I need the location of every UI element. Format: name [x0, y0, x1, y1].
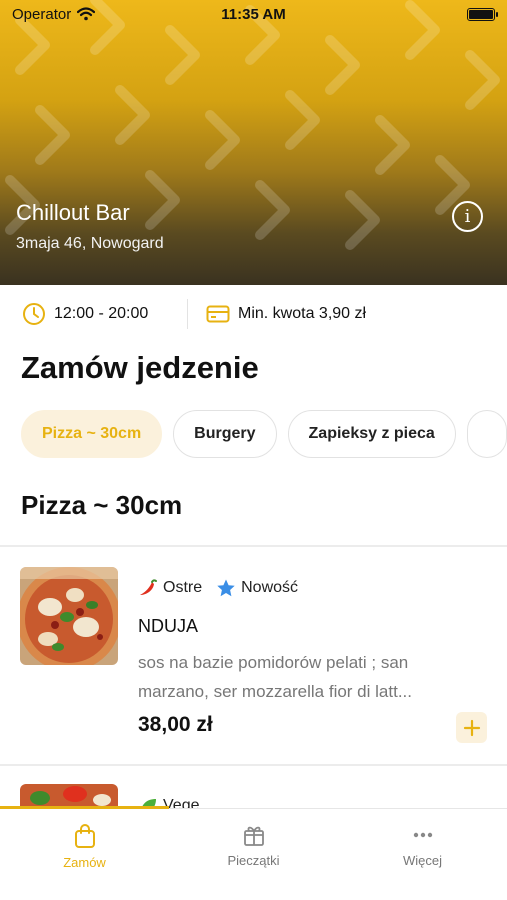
item-description-line: marzano, ser mozzarella fior di latt...: [138, 682, 412, 701]
venue-name: Chillout Bar: [16, 200, 130, 225]
tab-pieczatki[interactable]: Pieczątki: [169, 823, 338, 868]
add-to-cart-button[interactable]: [456, 712, 487, 743]
item-description: sos na bazie pomidorów pelati ; san marz…: [138, 648, 478, 706]
item-tags: Ostre Nowość: [138, 578, 298, 598]
category-chip-more[interactable]: [466, 410, 507, 458]
item-image: [20, 784, 118, 808]
tab-label: Pieczątki: [227, 853, 280, 868]
category-chip-burgery[interactable]: Burgery: [173, 410, 277, 458]
divider: [0, 764, 507, 766]
plus-icon: [463, 719, 480, 736]
tag-label: Nowość: [241, 579, 299, 596]
venue-address: 3maja 46, Nowogard: [16, 235, 164, 252]
active-tab-indicator: [0, 806, 169, 809]
item-image: [20, 567, 118, 665]
category-chips: Pizza ~ 30cm Burgery Zapieksy z pieca: [21, 410, 507, 460]
carrier-label: Operator: [12, 5, 72, 23]
gift-icon: [243, 826, 264, 846]
battery-icon: [466, 7, 498, 21]
tag-label: Ostre: [163, 579, 203, 596]
tag-spicy: Ostre: [138, 578, 202, 598]
tab-zamow[interactable]: Zamów: [0, 823, 169, 870]
status-time: 11:35 AM: [221, 5, 286, 23]
wifi-icon: [77, 7, 96, 21]
category-chip-pizza[interactable]: Pizza ~ 30cm: [21, 410, 163, 458]
venue-hero: Operator 11:35 AM Chillout Bar 3maja 46,…: [0, 0, 507, 285]
page-title: Zamów jedzenie: [21, 350, 259, 385]
category-title: Pizza ~ 30cm: [21, 490, 183, 520]
info-icon: i: [464, 206, 471, 227]
status-bar: Operator 11:35 AM: [0, 0, 507, 28]
min-order-text: Min. kwota 3,90 zł: [238, 305, 367, 322]
tab-label: Zamów: [63, 855, 106, 870]
tag-new: Nowość: [216, 578, 298, 598]
venue-info-bar: 12:00 - 20:00 Min. kwota 3,90 zł: [0, 285, 507, 343]
chili-icon: [140, 579, 157, 595]
clock-icon: [23, 303, 45, 325]
tab-label: Więcej: [402, 853, 442, 868]
tab-bar: Zamów Pieczątki Więcej: [0, 806, 507, 900]
star-icon: [217, 579, 235, 597]
bag-icon: [74, 824, 95, 848]
opening-hours: 12:00 - 20:00: [0, 302, 187, 326]
divider: [0, 545, 507, 547]
min-order: Min. kwota 3,90 zł: [188, 304, 366, 324]
more-icon: [413, 832, 432, 838]
info-button[interactable]: i: [452, 201, 483, 232]
tab-wiecej[interactable]: Więcej: [338, 823, 507, 868]
card-icon: [206, 305, 230, 323]
item-price: 38,00 zł: [138, 713, 213, 736]
category-chip-zapieksy[interactable]: Zapieksy z pieca: [287, 410, 456, 458]
hours-text: 12:00 - 20:00: [54, 305, 149, 322]
item-name: NDUJA: [138, 616, 199, 636]
item-description-line: sos na bazie pomidorów pelati ; san: [138, 653, 409, 672]
